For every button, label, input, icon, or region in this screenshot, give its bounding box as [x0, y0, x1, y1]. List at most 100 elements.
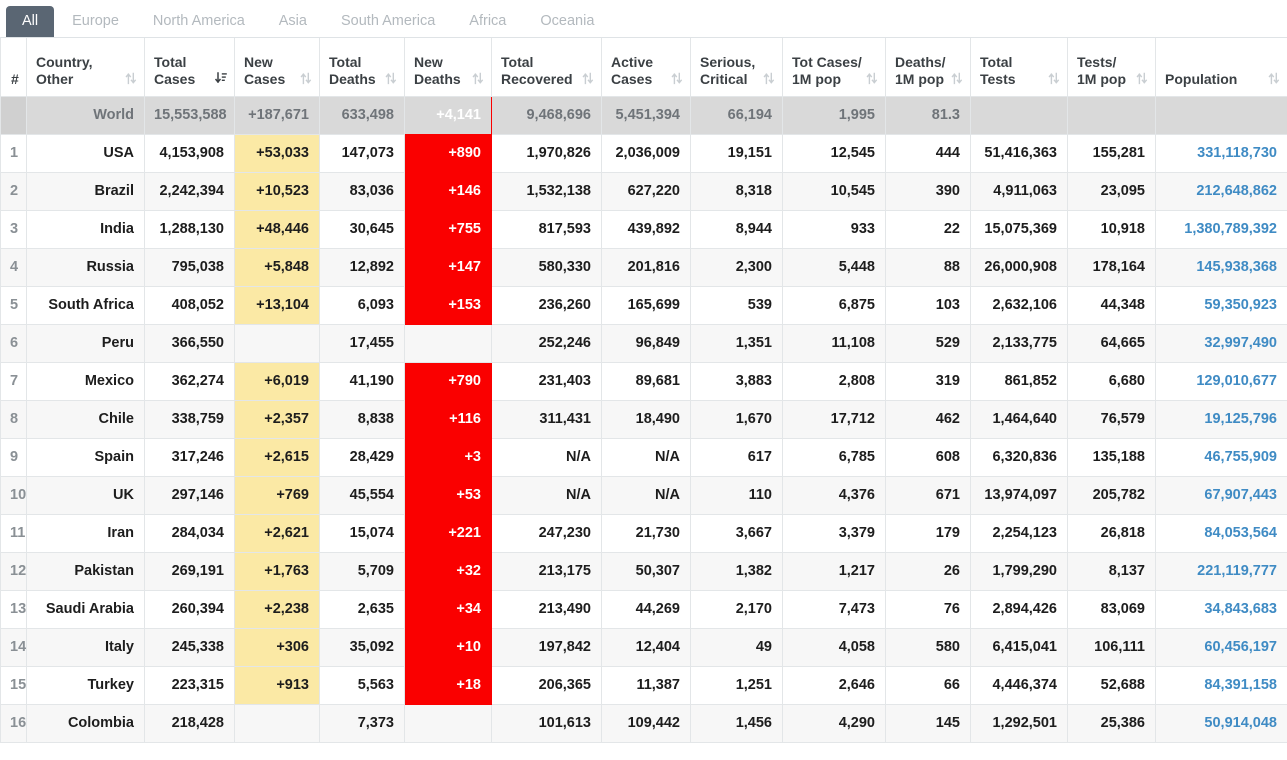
- sort-toggle-icon[interactable]: [125, 72, 137, 85]
- cell-new_deaths: +890: [404, 133, 492, 173]
- country-link[interactable]: Peru: [102, 335, 134, 351]
- country-link[interactable]: USA: [103, 145, 134, 161]
- tab-oceania[interactable]: Oceania: [524, 6, 610, 37]
- column-header-new_deaths[interactable]: New Deaths: [404, 38, 492, 97]
- column-header-total_tests[interactable]: Total Tests: [970, 38, 1068, 97]
- tab-south-america[interactable]: South America: [325, 6, 451, 37]
- column-header-active_cases[interactable]: Active Cases: [601, 38, 691, 97]
- cell-total_deaths: 28,429: [319, 437, 405, 477]
- cell-total_cases: 218,428: [144, 703, 235, 743]
- cell-population: 221,119,777: [1155, 551, 1287, 591]
- cell-total_recovered: N/A: [491, 437, 602, 477]
- cell-total_deaths: 8,838: [319, 399, 405, 439]
- country-cell: Iran: [26, 513, 145, 553]
- country-link[interactable]: Colombia: [68, 715, 134, 731]
- sort-toggle-icon[interactable]: [866, 72, 878, 85]
- column-header-total_deaths[interactable]: Total Deaths: [319, 38, 405, 97]
- cell-serious_critical: 1,456: [690, 703, 783, 743]
- table-row: 15 Turkey 223,315 +913 5,563 +18 206,365 11,387…: [0, 665, 1287, 705]
- cell-new_cases: +2,621: [234, 513, 320, 553]
- column-header-tot_cases_1m[interactable]: Tot Cases/ 1M pop: [782, 38, 886, 97]
- cell-active_cases: 89,681: [601, 361, 691, 401]
- cell-tot_cases_1m: 4,290: [782, 703, 886, 743]
- cell-tot_cases_1m: 7,473: [782, 589, 886, 629]
- country-link[interactable]: Spain: [95, 449, 134, 465]
- cell-serious_critical: 110: [690, 475, 783, 515]
- cell-total_cases: 795,038: [144, 247, 235, 287]
- column-header-label-total_tests: Total Tests: [980, 53, 1016, 87]
- cell-total_recovered: 580,330: [491, 247, 602, 287]
- tab-africa[interactable]: Africa: [453, 6, 522, 37]
- sort-toggle-icon[interactable]: [1136, 72, 1148, 85]
- covid-stats-table: # Country, Other Total Cases New Cases Total…: [0, 38, 1287, 743]
- cell-tests_1m: 44,348: [1067, 285, 1156, 325]
- cell-serious_critical: 539: [690, 285, 783, 325]
- country-link[interactable]: Brazil: [95, 183, 135, 199]
- cell-active_cases: 12,404: [601, 627, 691, 667]
- cell-serious_critical: 66,194: [690, 95, 783, 135]
- cell-new_cases: +769: [234, 475, 320, 515]
- column-header-country[interactable]: Country, Other: [26, 38, 145, 97]
- country-link[interactable]: Saudi Arabia: [46, 601, 134, 617]
- country-link[interactable]: Pakistan: [74, 563, 134, 579]
- country-link[interactable]: India: [100, 221, 134, 237]
- column-header-total_recovered[interactable]: Total Recovered: [491, 38, 602, 97]
- country-cell: Russia: [26, 247, 145, 287]
- column-header-idx[interactable]: #: [0, 38, 27, 97]
- cell-new_deaths: +116: [404, 399, 492, 439]
- column-header-population[interactable]: Population: [1155, 38, 1287, 97]
- tab-north-america[interactable]: North America: [137, 6, 261, 37]
- country-link[interactable]: Iran: [107, 525, 134, 541]
- sort-descending-icon[interactable]: [215, 71, 227, 85]
- sort-toggle-icon[interactable]: [1048, 72, 1060, 85]
- sort-toggle-icon[interactable]: [385, 72, 397, 85]
- cell-serious_critical: 19,151: [690, 133, 783, 173]
- table-row: 9 Spain 317,246 +2,615 28,429 +3 N/A N/A 617 6,78…: [0, 437, 1287, 477]
- country-link[interactable]: UK: [113, 487, 134, 503]
- cell-total_tests: 861,852: [970, 361, 1068, 401]
- column-header-serious_critical[interactable]: Serious, Critical: [690, 38, 783, 97]
- cell-total_deaths: 41,190: [319, 361, 405, 401]
- column-header-label-deaths_1m: Deaths/ 1M pop: [895, 53, 946, 87]
- table-row: 2 Brazil 2,242,394 +10,523 83,036 +146 1,532,1…: [0, 171, 1287, 211]
- cell-tot_cases_1m: 4,376: [782, 475, 886, 515]
- tab-all[interactable]: All: [6, 6, 55, 37]
- cell-new_cases: +913: [234, 665, 320, 705]
- sort-toggle-icon[interactable]: [300, 72, 312, 85]
- cell-tests_1m: [1067, 95, 1156, 135]
- sort-toggle-icon[interactable]: [582, 72, 594, 85]
- cell-tot_cases_1m: 5,448: [782, 247, 886, 287]
- column-header-new_cases[interactable]: New Cases: [234, 38, 320, 97]
- cell-tests_1m: 178,164: [1067, 247, 1156, 287]
- country-link[interactable]: Russia: [86, 259, 134, 275]
- country-cell: Spain: [26, 437, 145, 477]
- sort-toggle-icon[interactable]: [1268, 72, 1280, 85]
- tab-asia[interactable]: Asia: [263, 6, 323, 37]
- sort-toggle-icon[interactable]: [951, 72, 963, 85]
- cell-population: 19,125,796: [1155, 399, 1287, 439]
- tab-europe[interactable]: Europe: [56, 6, 135, 37]
- cell-total_cases: 297,146: [144, 475, 235, 515]
- country-cell: India: [26, 209, 145, 249]
- sort-toggle-icon[interactable]: [763, 72, 775, 85]
- country-link[interactable]: Italy: [105, 639, 134, 655]
- cell-deaths_1m: 444: [885, 133, 971, 173]
- cell-total_tests: 4,911,063: [970, 171, 1068, 211]
- country-link[interactable]: Turkey: [88, 677, 134, 693]
- country-link[interactable]: Mexico: [85, 373, 134, 389]
- country-link[interactable]: South Africa: [48, 297, 134, 313]
- cell-tests_1m: 52,688: [1067, 665, 1156, 705]
- sort-toggle-icon[interactable]: [472, 72, 484, 85]
- country-link[interactable]: Chile: [99, 411, 134, 427]
- column-header-total_cases[interactable]: Total Cases: [144, 38, 235, 97]
- column-header-tests_1m[interactable]: Tests/ 1M pop: [1067, 38, 1156, 97]
- cell-total_tests: 2,133,775: [970, 323, 1068, 363]
- cell-new_deaths: +10: [404, 627, 492, 667]
- cell-tot_cases_1m: 933: [782, 209, 886, 249]
- sort-toggle-icon[interactable]: [671, 72, 683, 85]
- cell-total_tests: 2,632,106: [970, 285, 1068, 325]
- cell-tot_cases_1m: 1,995: [782, 95, 886, 135]
- column-header-deaths_1m[interactable]: Deaths/ 1M pop: [885, 38, 971, 97]
- cell-population: 212,648,862: [1155, 171, 1287, 211]
- cell-total_cases: 338,759: [144, 399, 235, 439]
